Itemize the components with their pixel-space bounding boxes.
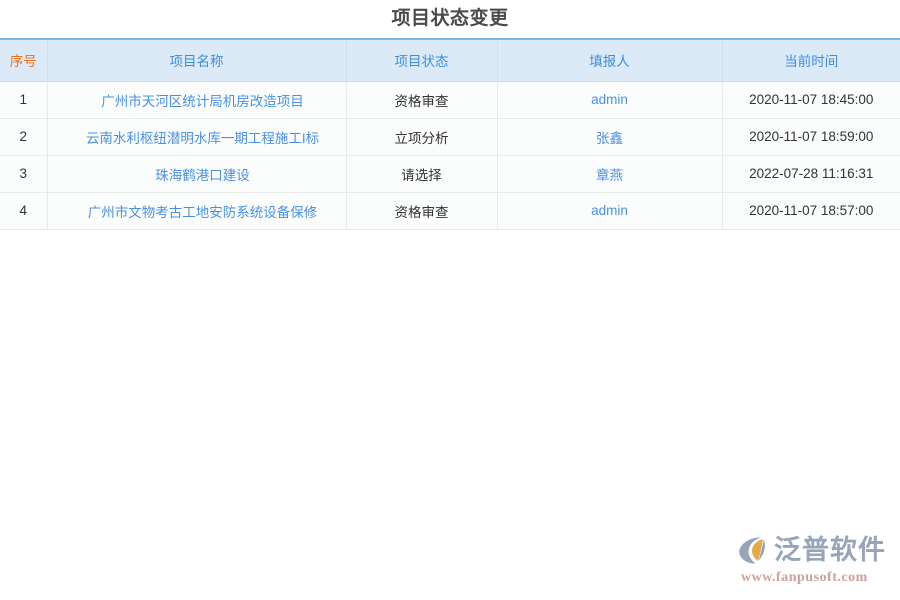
cell-current-time: 2020-11-07 18:45:00 bbox=[722, 81, 900, 118]
column-header-project-name[interactable]: 项目名称 bbox=[47, 39, 346, 81]
cell-index: 4 bbox=[0, 192, 47, 229]
fanpu-crescent-logo-icon bbox=[735, 533, 769, 567]
column-header-filler[interactable]: 填报人 bbox=[497, 39, 722, 81]
table-row[interactable]: 1 广州市天河区统计局机房改造项目 资格审查 admin 2020-11-07 … bbox=[0, 81, 900, 118]
cell-index: 1 bbox=[0, 81, 47, 118]
cell-current-time: 2020-11-07 18:59:00 bbox=[722, 118, 900, 155]
filler-link[interactable]: admin bbox=[591, 92, 628, 107]
table-row[interactable]: 4 广州市文物考古工地安防系统设备保修 资格审查 admin 2020-11-0… bbox=[0, 192, 900, 229]
watermark-brand-row: 泛普软件 bbox=[735, 533, 886, 567]
page-title: 项目状态变更 bbox=[0, 0, 900, 38]
cell-project-name[interactable]: 珠海鹤港口建设 bbox=[47, 155, 346, 192]
cell-filler[interactable]: admin bbox=[497, 192, 722, 229]
column-header-current-time[interactable]: 当前时间 bbox=[722, 39, 900, 81]
column-header-project-status[interactable]: 项目状态 bbox=[346, 39, 497, 81]
cell-project-name[interactable]: 广州市天河区统计局机房改造项目 bbox=[47, 81, 346, 118]
project-name-link[interactable]: 广州市天河区统计局机房改造项目 bbox=[101, 94, 304, 109]
cell-index: 3 bbox=[0, 155, 47, 192]
table-header-row: 序号 项目名称 项目状态 填报人 当前时间 bbox=[0, 39, 900, 81]
cell-project-status: 请选择 bbox=[346, 155, 497, 192]
cell-project-name[interactable]: 云南水利枢纽潜明水库一期工程施工I标 bbox=[47, 118, 346, 155]
project-status-table: 序号 项目名称 项目状态 填报人 当前时间 1 广州市天河区统计局机房改造项目 … bbox=[0, 38, 900, 230]
cell-filler[interactable]: 张鑫 bbox=[497, 118, 722, 155]
table-body: 1 广州市天河区统计局机房改造项目 资格审查 admin 2020-11-07 … bbox=[0, 81, 900, 229]
cell-filler[interactable]: admin bbox=[497, 81, 722, 118]
cell-current-time: 2020-11-07 18:57:00 bbox=[722, 192, 900, 229]
table-header: 序号 项目名称 项目状态 填报人 当前时间 bbox=[0, 39, 900, 81]
filler-link[interactable]: admin bbox=[591, 203, 628, 218]
table-row[interactable]: 2 云南水利枢纽潜明水库一期工程施工I标 立项分析 张鑫 2020-11-07 … bbox=[0, 118, 900, 155]
column-header-index[interactable]: 序号 bbox=[0, 39, 47, 81]
watermark-url: www.fanpusoft.com bbox=[741, 570, 868, 586]
project-name-link[interactable]: 云南水利枢纽潜明水库一期工程施工I标 bbox=[86, 131, 319, 146]
project-name-link[interactable]: 广州市文物考古工地安防系统设备保修 bbox=[88, 205, 318, 220]
filler-link[interactable]: 张鑫 bbox=[596, 131, 623, 146]
cell-index: 2 bbox=[0, 118, 47, 155]
project-status-table-container: 序号 项目名称 项目状态 填报人 当前时间 1 广州市天河区统计局机房改造项目 … bbox=[0, 38, 900, 230]
filler-link[interactable]: 章燕 bbox=[596, 168, 623, 183]
cell-project-status: 资格审查 bbox=[346, 81, 497, 118]
table-row[interactable]: 3 珠海鹤港口建设 请选择 章燕 2022-07-28 11:16:31 bbox=[0, 155, 900, 192]
cell-filler[interactable]: 章燕 bbox=[497, 155, 722, 192]
cell-project-name[interactable]: 广州市文物考古工地安防系统设备保修 bbox=[47, 192, 346, 229]
cell-project-status: 立项分析 bbox=[346, 118, 497, 155]
watermark-brand-text: 泛普软件 bbox=[774, 537, 886, 564]
watermark: 泛普软件 www.fanpusoft.com bbox=[735, 533, 886, 586]
project-name-link[interactable]: 珠海鹤港口建设 bbox=[155, 168, 250, 183]
cell-current-time: 2022-07-28 11:16:31 bbox=[722, 155, 900, 192]
cell-project-status: 资格审查 bbox=[346, 192, 497, 229]
